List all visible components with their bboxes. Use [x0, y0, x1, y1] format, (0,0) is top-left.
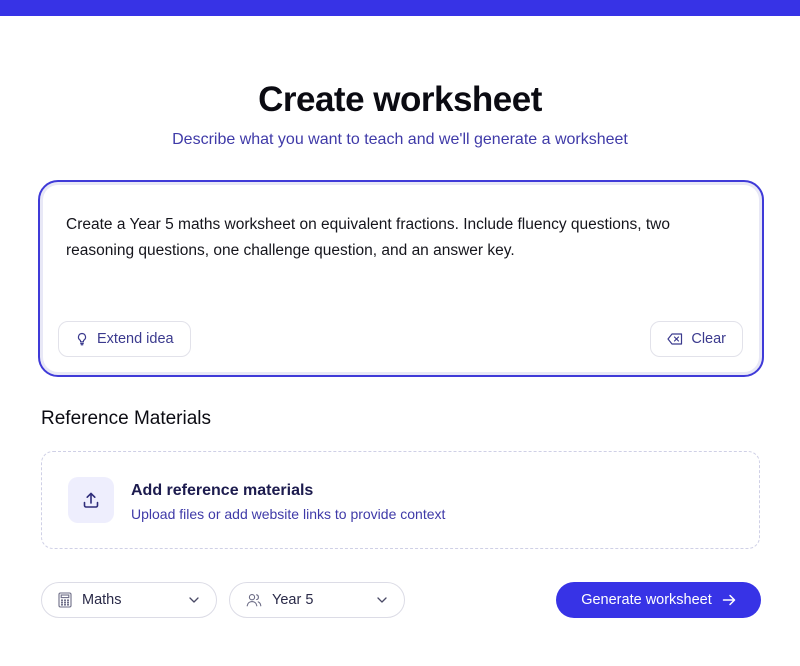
chevron-down-icon — [376, 596, 388, 604]
upload-icon — [81, 490, 101, 510]
calculator-icon — [58, 592, 72, 608]
subject-select[interactable]: Maths — [41, 582, 217, 618]
arrow-right-icon — [722, 594, 736, 606]
top-accent-bar — [0, 0, 800, 16]
prompt-text[interactable]: Create a Year 5 maths worksheet on equiv… — [66, 212, 726, 264]
add-reference-subtitle: Upload files or add website links to pro… — [131, 506, 446, 522]
year-select-value: Year 5 — [272, 592, 314, 608]
lightbulb-icon — [75, 332, 89, 346]
generate-worksheet-button[interactable]: Generate worksheet — [556, 582, 761, 618]
backspace-icon — [667, 333, 683, 345]
generate-worksheet-label: Generate worksheet — [581, 592, 712, 608]
add-reference-dropzone[interactable]: Add reference materials Upload files or … — [41, 451, 760, 549]
year-select[interactable]: Year 5 — [229, 582, 405, 618]
prompt-textarea[interactable]: Create a Year 5 maths worksheet on equiv… — [38, 180, 764, 377]
users-icon — [246, 593, 262, 607]
chevron-down-icon — [188, 596, 200, 604]
extend-idea-label: Extend idea — [97, 331, 174, 347]
reference-section-title: Reference Materials — [41, 408, 212, 429]
page-subtitle: Describe what you want to teach and we'l… — [172, 131, 628, 148]
add-reference-title: Add reference materials — [131, 482, 314, 499]
upload-icon-container — [68, 477, 114, 523]
clear-button[interactable]: Clear — [650, 321, 743, 357]
clear-label: Clear — [691, 331, 726, 347]
extend-idea-button[interactable]: Extend idea — [58, 321, 191, 357]
subject-select-value: Maths — [82, 592, 122, 608]
page-title: Create worksheet — [258, 80, 542, 119]
